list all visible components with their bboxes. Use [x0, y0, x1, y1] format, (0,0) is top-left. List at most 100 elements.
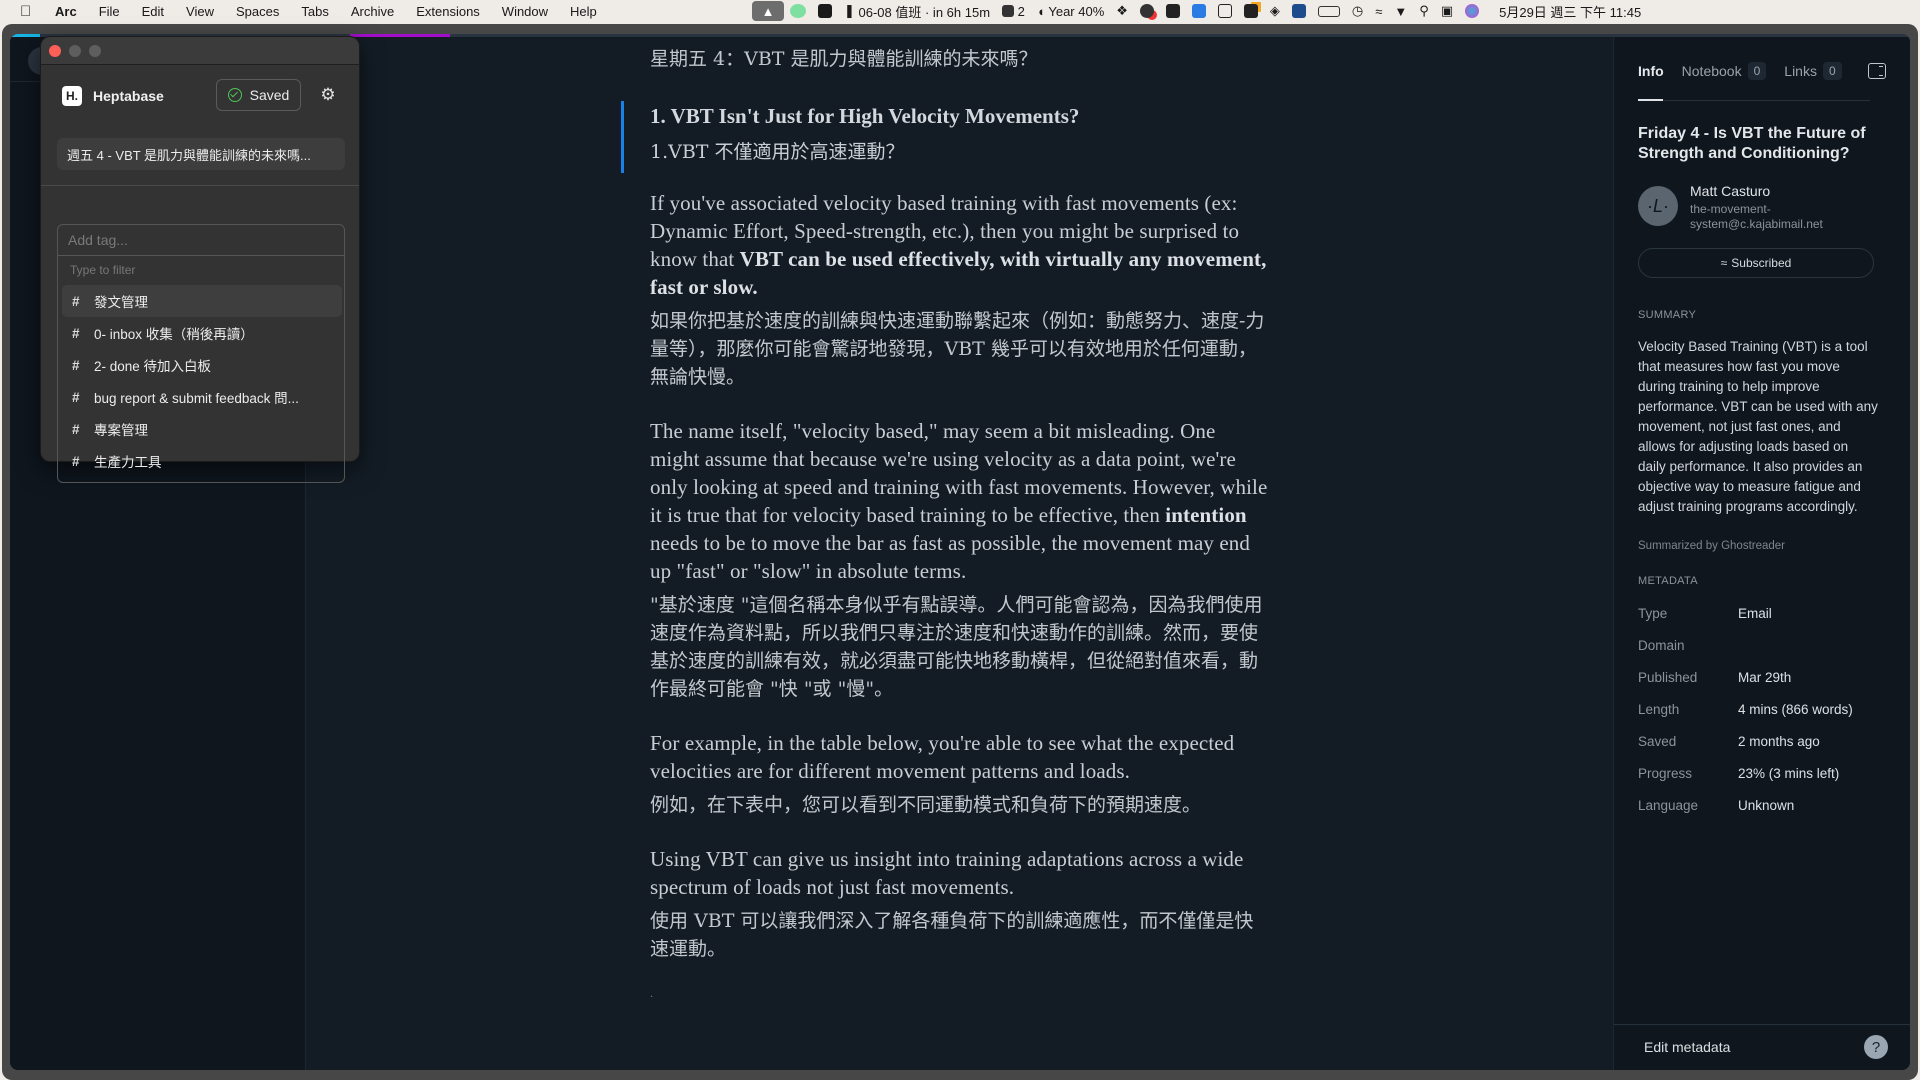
- dict-app-icon[interactable]: [1186, 0, 1212, 22]
- screen-share-icon[interactable]: ▲: [752, 1, 784, 21]
- avatar: ·L·: [1638, 186, 1678, 226]
- zoom-window-button[interactable]: [89, 45, 101, 57]
- tag-option[interactable]: #2- done 待加入白板: [62, 349, 342, 381]
- calendar-event[interactable]: ❚ 06-08 值班 · in 6h 15m: [838, 0, 996, 22]
- metadata-row-saved: Saved 2 months ago: [1638, 725, 1878, 757]
- year-progress[interactable]: ◖ Year 40%: [1031, 0, 1110, 22]
- heptabase-logo-icon: H.: [62, 86, 82, 106]
- menu-edit[interactable]: Edit: [131, 4, 175, 19]
- summary-heading: SUMMARY: [1638, 309, 1697, 321]
- todo-counter[interactable]: 2: [996, 0, 1031, 22]
- drafts-app-icon[interactable]: [1160, 0, 1186, 22]
- tab-info[interactable]: Info: [1638, 63, 1664, 79]
- creative-cloud-icon[interactable]: [1134, 0, 1160, 22]
- links-count-badge: 0: [1822, 62, 1842, 80]
- metadata-value: 4 mins (866 words): [1738, 701, 1853, 717]
- reader-content[interactable]: 星期五 4：VBT 是肌力與體能訓練的未來嗎？ 1. VBT Isn't Jus…: [307, 37, 1615, 1070]
- close-window-button[interactable]: [49, 45, 61, 57]
- help-icon[interactable]: ?: [1864, 1035, 1888, 1059]
- author-name: Matt Casturo: [1690, 183, 1771, 199]
- menu-tabs[interactable]: Tabs: [290, 4, 339, 19]
- trailing-dot: .: [650, 989, 654, 1000]
- paragraph-1: If you've associated velocity based trai…: [650, 189, 1270, 391]
- notification-app-icon[interactable]: [1238, 0, 1264, 22]
- control-center-icon[interactable]: ▣: [1435, 0, 1459, 22]
- display-icon[interactable]: ▼: [1388, 0, 1413, 22]
- shield-app-icon[interactable]: [812, 0, 838, 22]
- menubar-clock[interactable]: 5月29日 週三 下午 11:45: [1493, 0, 1647, 22]
- filter-hint: Type to filter: [70, 263, 136, 277]
- popup-titlebar: [41, 37, 359, 65]
- paragraph-2-en-bold: intention: [1165, 503, 1247, 527]
- tab-notebook-label: Notebook: [1681, 63, 1742, 79]
- tab-links-label: Links: [1784, 63, 1817, 79]
- diamond-app-icon[interactable]: ❖: [1110, 0, 1134, 22]
- menu-extensions[interactable]: Extensions: [405, 4, 491, 19]
- tag-option[interactable]: # 生產力工具: [62, 445, 342, 477]
- tab-links[interactable]: Links 0: [1784, 62, 1842, 80]
- tag-option[interactable]: #0- inbox 收集（稍後再讀）: [62, 317, 342, 349]
- menu-window[interactable]: Window: [491, 4, 559, 19]
- tag-option-label: bug report & submit feedback 問...: [94, 391, 299, 406]
- summary-attribution: Summarized by Ghostreader: [1638, 540, 1786, 552]
- tag-option[interactable]: # 專案管理: [62, 413, 342, 445]
- tab-notebook[interactable]: Notebook 0: [1682, 62, 1767, 80]
- paragraph-4-zh: 使用 VBT 可以讓我們深入了解各種負荷下的訓練適應性，而不僅僅是快速運動。: [650, 910, 1254, 960]
- siri-icon[interactable]: [1459, 0, 1485, 22]
- metadata-row-published: Published Mar 29th: [1638, 661, 1878, 693]
- heading-en: 1. VBT Isn't Just for High Velocity Move…: [650, 104, 1080, 128]
- hash-icon: #: [72, 357, 80, 373]
- subscribed-button[interactable]: ≈ Subscribed: [1638, 248, 1874, 278]
- metadata-row-length: Length 4 mins (866 words): [1638, 693, 1878, 725]
- window-app-icon[interactable]: [1212, 0, 1238, 22]
- metadata-value: 23% (3 mins left): [1738, 765, 1840, 781]
- highlight-bar[interactable]: [621, 101, 624, 173]
- menu-spaces[interactable]: Spaces: [225, 4, 290, 19]
- menu-archive[interactable]: Archive: [340, 4, 405, 19]
- paragraph-1-en: If you've associated velocity based trai…: [650, 189, 1270, 301]
- metadata-value: 2 months ago: [1738, 733, 1820, 749]
- paragraph-1-en-bold: VBT can be used effectively, with virtua…: [650, 247, 1267, 299]
- info-panel-tabs: Info Notebook 0 Links 0: [1638, 51, 1886, 91]
- metadata-row-domain: Domain: [1638, 629, 1878, 661]
- tag-option-label: 2- done 待加入白板: [94, 359, 212, 374]
- battery-icon[interactable]: [1312, 0, 1346, 22]
- popup-divider: [41, 185, 359, 186]
- add-tag-input[interactable]: [57, 224, 345, 256]
- hash-icon: #: [72, 389, 80, 405]
- spotlight-search-icon[interactable]: ⚲: [1413, 0, 1435, 22]
- saved-document-title[interactable]: 週五 4 - VBT 是肌力與體能訓練的未來嗎...: [57, 138, 345, 170]
- paragraph-4: Using VBT can give us insight into train…: [650, 845, 1270, 963]
- metadata-value: Email: [1738, 605, 1772, 621]
- tag-option[interactable]: # bug report & submit feedback 問...: [62, 381, 342, 413]
- menu-view[interactable]: View: [175, 4, 225, 19]
- info-panel: Info Notebook 0 Links 0 Friday 4 - Is VBT …: [1613, 37, 1910, 1070]
- metadata-heading: METADATA: [1638, 575, 1698, 587]
- menu-app-arc[interactable]: Arc: [44, 4, 88, 19]
- toggle-panel-icon[interactable]: [1868, 63, 1886, 79]
- apple-logo-icon[interactable]: : [20, 3, 44, 20]
- tag-option[interactable]: # 發文管理: [62, 285, 342, 317]
- paragraph-4-en: Using VBT can give us insight into train…: [650, 847, 1244, 899]
- hash-icon: #: [72, 325, 80, 341]
- edit-metadata-button[interactable]: Edit metadata: [1644, 1039, 1730, 1055]
- paragraph-2-en-text-b: needs to be to move the bar as fast as p…: [650, 531, 1250, 583]
- line-app-icon[interactable]: [784, 0, 812, 22]
- menu-file[interactable]: File: [88, 4, 131, 19]
- menu-help[interactable]: Help: [559, 4, 608, 19]
- author-email: the-movement-system@c.kajabimail.net: [1690, 202, 1823, 231]
- metadata-row-type: Type Email: [1638, 597, 1878, 629]
- minimize-window-button[interactable]: [69, 45, 81, 57]
- heading-zh: 1.VBT 不僅適用於高速運動？: [650, 141, 905, 163]
- layers-icon[interactable]: ◈: [1264, 0, 1286, 22]
- time-machine-icon[interactable]: ◷: [1346, 0, 1369, 22]
- metadata-value: Unknown: [1738, 797, 1795, 813]
- scrobble-app-icon[interactable]: [1286, 0, 1312, 22]
- article-title-zh: 星期五 4：VBT 是肌力與體能訓練的未來嗎？: [650, 48, 1038, 70]
- hash-icon: #: [72, 421, 80, 437]
- metadata-key: Type: [1638, 605, 1668, 621]
- wifi-icon[interactable]: ≈: [1369, 0, 1388, 22]
- saved-status-button[interactable]: Saved: [216, 79, 301, 111]
- article: 星期五 4：VBT 是肌力與體能訓練的未來嗎？ 1. VBT Isn't Jus…: [621, 37, 1270, 1000]
- gear-icon[interactable]: ⚙: [319, 86, 337, 104]
